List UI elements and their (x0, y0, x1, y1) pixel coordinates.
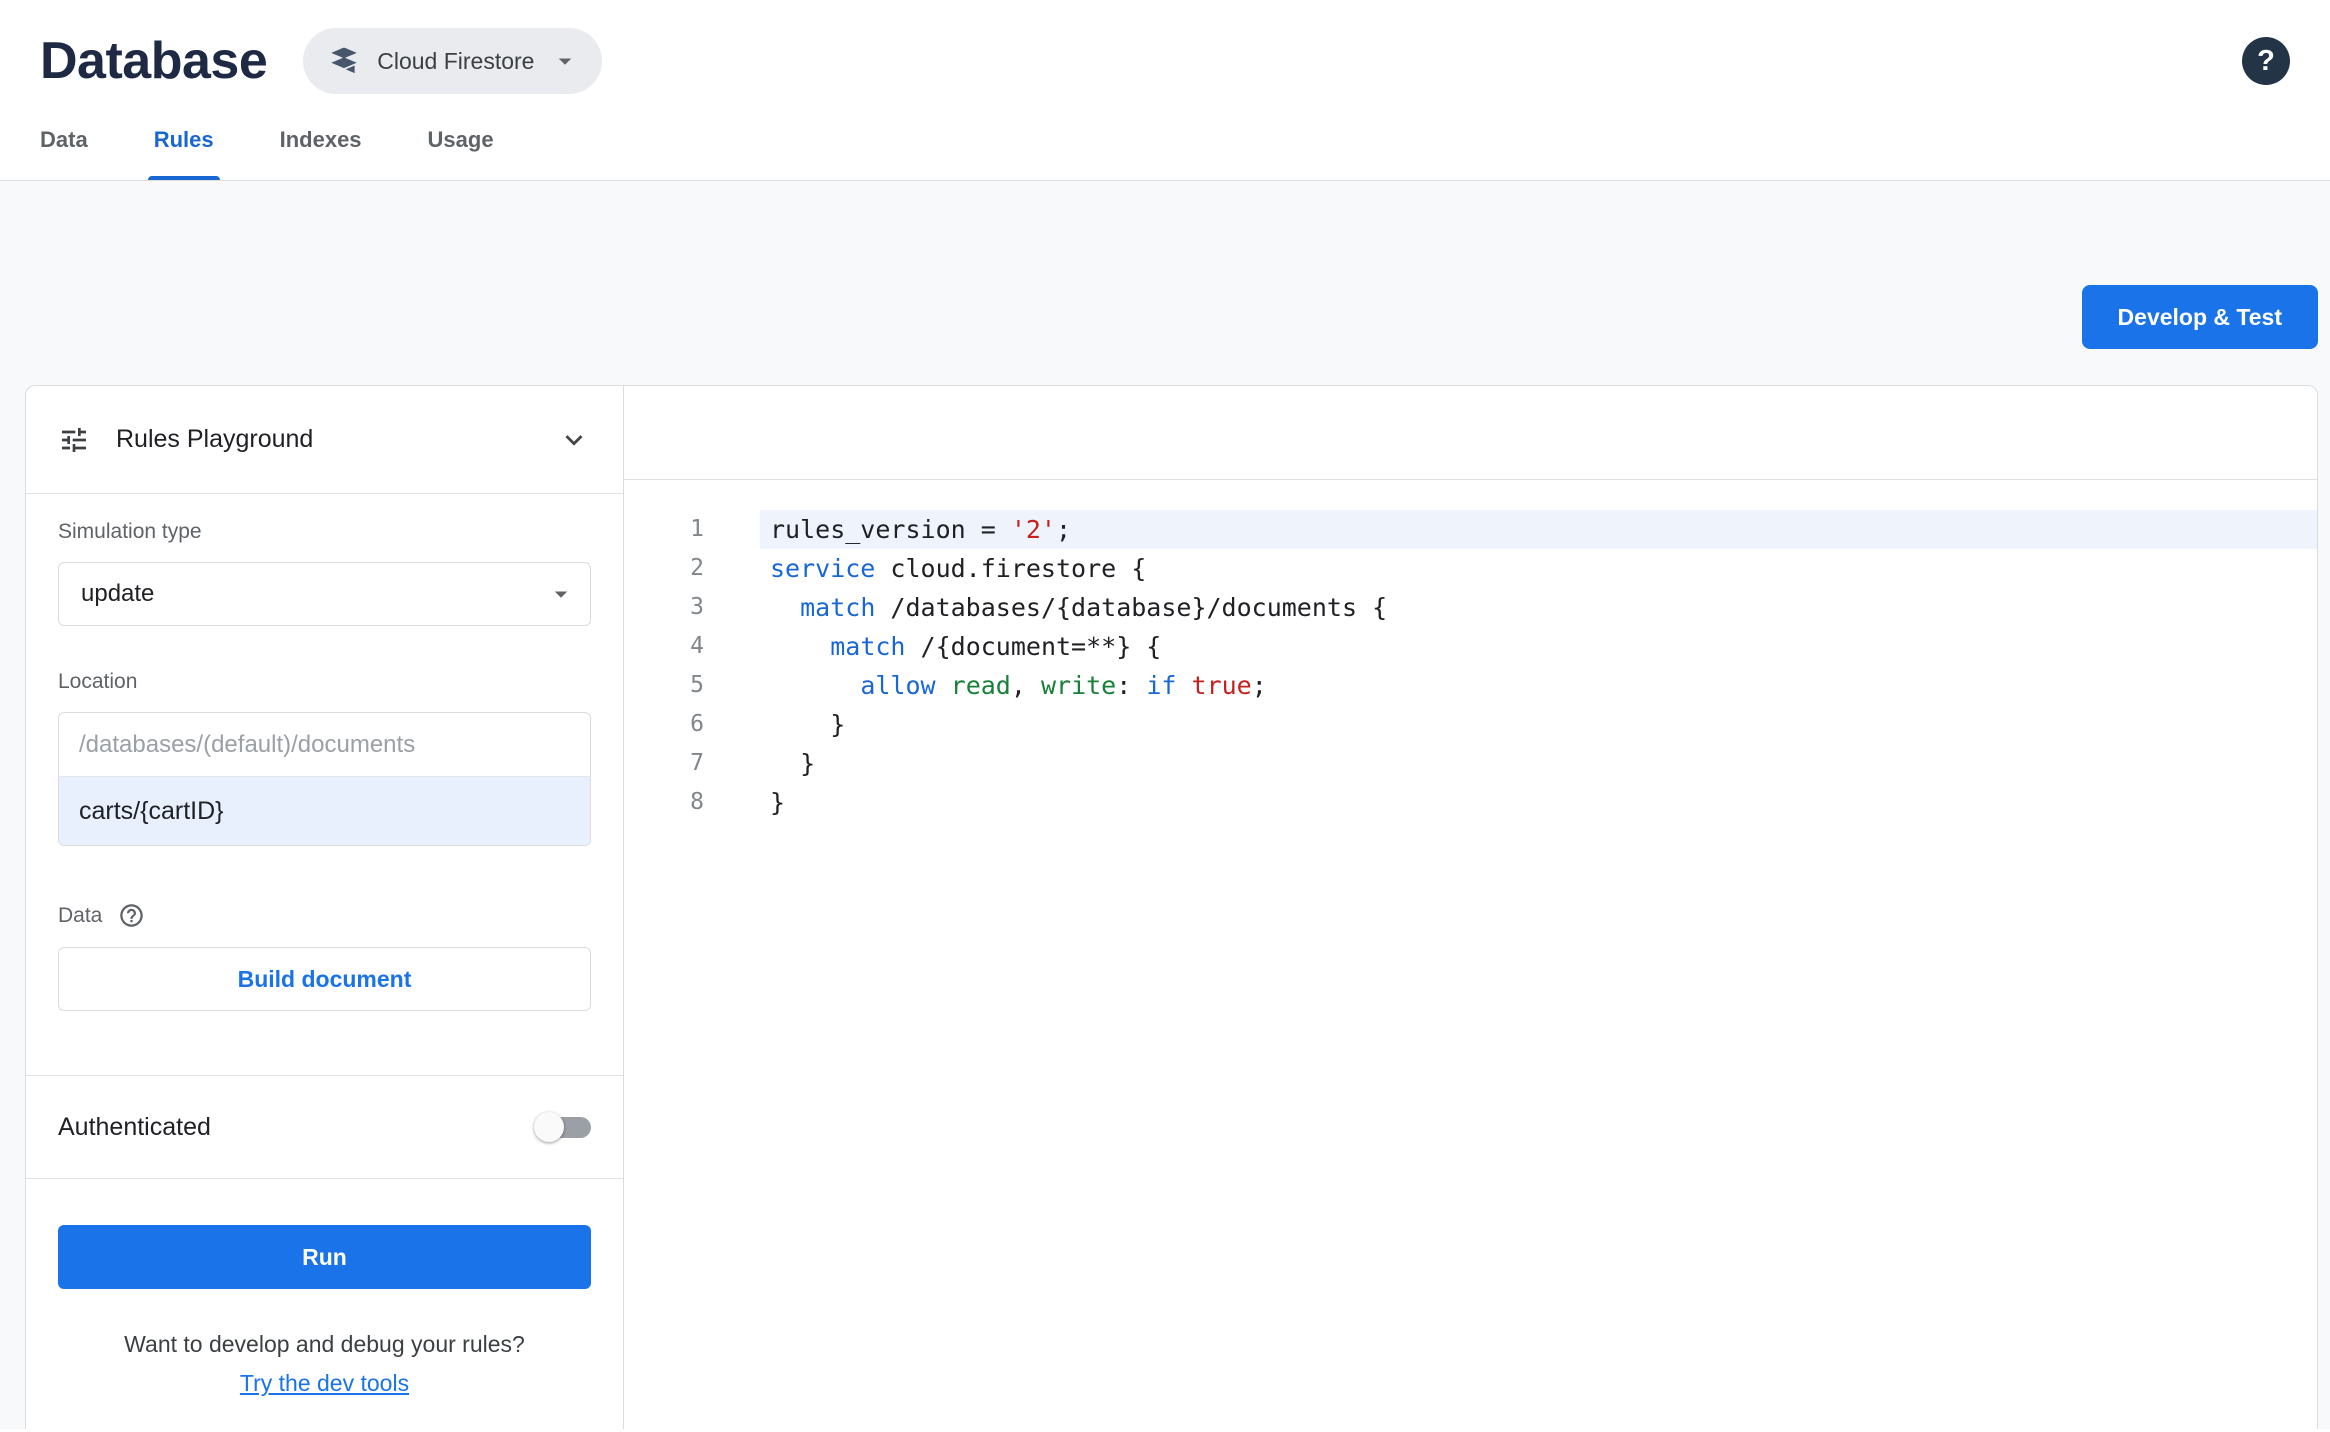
data-row: Data (58, 902, 591, 929)
line-number: 5 (690, 672, 704, 698)
playground-header[interactable]: Rules Playground (26, 386, 623, 494)
line-number: 2 (690, 555, 704, 581)
code-text[interactable]: match /databases/{database}/documents { (760, 588, 2317, 627)
location-input[interactable]: carts/{cartID} (59, 777, 590, 845)
simulation-type-label: Simulation type (58, 520, 202, 543)
build-document-button[interactable]: Build document (58, 947, 591, 1011)
tab-bar: Data Rules Indexes Usage (0, 102, 2330, 181)
run-button[interactable]: Run (58, 1225, 591, 1289)
location-input-group[interactable]: /databases/(default)/documents carts/{ca… (58, 712, 591, 846)
product-selector-label: Cloud Firestore (377, 47, 535, 74)
chevron-down-icon[interactable] (557, 423, 591, 457)
dev-tools-text: Want to develop and debug your rules? (124, 1331, 525, 1357)
code-line[interactable]: 1 rules_version = '2'; (624, 510, 2317, 549)
firestore-icon (331, 47, 357, 74)
editor-toolbar (624, 386, 2317, 480)
content-area: Develop & Test Rules Playground Simulati… (0, 181, 2330, 1429)
product-caret-icon (559, 58, 572, 65)
line-number: 8 (690, 789, 704, 815)
develop-test-button[interactable]: Develop & Test (2081, 285, 2318, 349)
simulation-type-value: update (81, 580, 155, 607)
tune-icon (62, 427, 86, 452)
select-caret-icon (554, 591, 568, 598)
code-line[interactable]: 7 } (624, 744, 2317, 783)
product-selector[interactable]: Cloud Firestore (303, 28, 603, 94)
code-line[interactable]: 4 match /{document=**} { (624, 627, 2317, 666)
playground-body: Simulation type update Location /databas… (26, 494, 623, 1075)
tab-rules[interactable]: Rules (147, 102, 220, 180)
dev-tools-link[interactable]: Try the dev tools (58, 1370, 591, 1397)
code-text[interactable]: } (760, 783, 2317, 822)
code-text[interactable]: allow read, write: if true; (760, 666, 2317, 705)
action-row: Develop & Test (0, 181, 2330, 349)
code-text[interactable]: service cloud.firestore { (760, 549, 2317, 588)
code-line[interactable]: 8} (624, 783, 2317, 822)
tab-data[interactable]: Data (40, 102, 88, 180)
authenticated-row: Authenticated (26, 1076, 623, 1178)
data-help-icon[interactable] (118, 902, 145, 929)
line-number: 7 (690, 750, 704, 776)
code-line[interactable]: 3 match /databases/{database}/documents … (624, 588, 2317, 627)
simulation-type-select[interactable]: update (58, 562, 591, 626)
line-number: 6 (690, 711, 704, 737)
location-placeholder: /databases/(default)/documents (59, 713, 590, 777)
page-title: Database (40, 32, 268, 90)
toggle-thumb (534, 1112, 564, 1142)
data-label: Data (58, 903, 103, 927)
line-number: 4 (690, 633, 704, 659)
page-header: Database Cloud Firestore ? (0, 0, 2330, 102)
authenticated-toggle[interactable] (534, 1112, 591, 1142)
authenticated-label: Authenticated (58, 1112, 211, 1141)
code-text[interactable]: rules_version = '2'; (760, 510, 2317, 549)
code-lines[interactable]: 1 rules_version = '2'; 2 service cloud.fire… (624, 480, 2317, 1429)
main-card: Rules Playground Simulation type update … (25, 385, 2318, 1429)
playground-title: Rules Playground (116, 425, 314, 453)
code-text[interactable]: } (760, 744, 2317, 783)
code-line[interactable]: 6 } (624, 705, 2317, 744)
code-text[interactable]: } (760, 705, 2317, 744)
location-label: Location (58, 670, 138, 693)
help-button[interactable]: ? (2242, 37, 2290, 85)
rules-playground-panel: Rules Playground Simulation type update … (26, 386, 624, 1429)
line-number: 3 (690, 594, 704, 620)
tab-usage[interactable]: Usage (428, 102, 494, 180)
run-section: Run Want to develop and debug your rules… (26, 1179, 623, 1397)
tab-indexes[interactable]: Indexes (280, 102, 362, 180)
help-icon: ? (2257, 44, 2275, 77)
code-line[interactable]: 5 allow read, write: if true; (624, 666, 2317, 705)
line-number: 1 (690, 516, 704, 542)
rules-editor: 1 rules_version = '2'; 2 service cloud.fire… (624, 386, 2317, 1429)
code-text[interactable]: match /{document=**} { (760, 627, 2317, 666)
code-line[interactable]: 2 service cloud.firestore { (624, 549, 2317, 588)
